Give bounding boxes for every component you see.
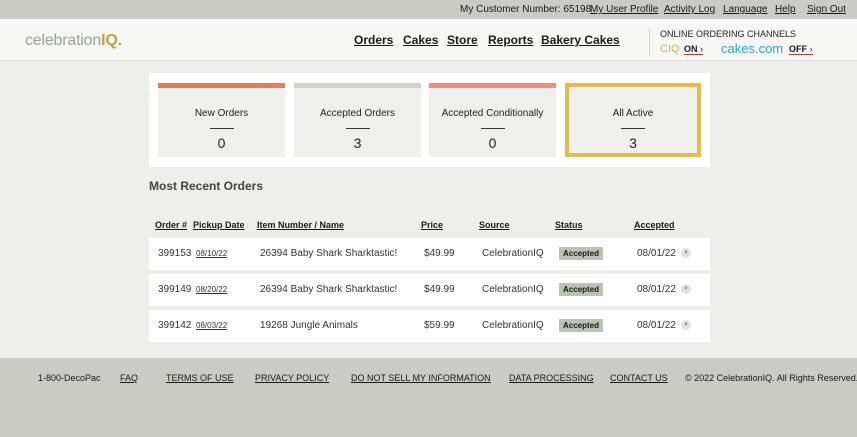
card-divider [621, 128, 645, 129]
chevron-right-icon: › [700, 44, 704, 54]
nav-store[interactable]: Store [447, 33, 478, 47]
top-utility-bar: My Customer Number: 65198 My User Profil… [0, 0, 857, 19]
card-count: 3 [629, 135, 637, 151]
logo-dot: . [117, 32, 122, 49]
accepted-date: 08/01/22 [637, 284, 676, 295]
main-header: celebrationIQ. Orders Cakes Store Report… [0, 19, 857, 61]
price: $59.99 [424, 320, 455, 331]
logo-text-iq: IQ [101, 32, 118, 49]
item-name: 26394 Baby Shark Sharktastic! [260, 248, 398, 259]
price: $49.99 [424, 248, 455, 259]
nav-reports[interactable]: Reports [488, 33, 533, 47]
table-row[interactable]: 399142 08/03/22 19268 Jungle Animals $59… [149, 310, 710, 342]
accepted-orders-card[interactable]: Accepted Orders 3 [294, 83, 421, 157]
help-link[interactable]: Help [775, 4, 796, 15]
card-label: Accepted Orders [319, 108, 396, 119]
card-count: 0 [217, 135, 226, 151]
order-number: 399153 [158, 248, 192, 259]
column-header-source[interactable]: Source [479, 220, 510, 230]
chevron-down-icon[interactable]: ▼ [681, 320, 691, 330]
column-header-pickup-date[interactable]: Pickup Date [193, 220, 245, 230]
item-name: 26394 Baby Shark Sharktastic! [260, 284, 398, 295]
pickup-date-link[interactable]: 08/10/22 [196, 249, 227, 258]
cakes-com-channel-logo: cakes.com [721, 41, 784, 56]
nav-orders[interactable]: Orders [354, 33, 393, 47]
status-badge: Accepted [559, 247, 604, 260]
new-orders-card[interactable]: New Orders 0 [158, 83, 285, 157]
column-header-price[interactable]: Price [421, 220, 443, 230]
card-accent-bar [158, 83, 285, 88]
card-divider [209, 128, 234, 129]
logo-text-main: celebration [25, 32, 102, 49]
activity-log-link[interactable]: Activity Log [664, 4, 715, 15]
source: CelebrationIQ [482, 284, 544, 295]
source: CelebrationIQ [482, 320, 544, 331]
footer-privacy-link[interactable]: PRIVACY POLICY [255, 373, 329, 383]
nav-bakery-cakes[interactable]: Bakery Cakes [541, 33, 620, 47]
chevron-down-icon[interactable]: ▼ [681, 248, 691, 258]
footer-do-not-sell-link[interactable]: DO NOT SELL MY INFORMATION [351, 373, 491, 383]
chevron-down-icon[interactable]: ▼ [681, 284, 691, 294]
footer-copyright: © 2022 CelebrationIQ. All Rights Reserve… [685, 373, 857, 383]
online-ordering-channels-title: ONLINE ORDERING CHANNELS [660, 29, 797, 39]
accepted-date: 08/01/22 [637, 248, 676, 259]
table-row[interactable]: 399153 08/10/22 26394 Baby Shark Sharkta… [149, 238, 710, 270]
order-summary-panel: New Orders 0 Accepted Orders 3 Accepted … [149, 73, 710, 167]
card-accent-bar [429, 83, 556, 88]
customer-number: My Customer Number: 65198 [460, 4, 592, 15]
footer-terms-link[interactable]: TERMS OF USE [166, 373, 234, 383]
pickup-date-link[interactable]: 08/20/22 [196, 285, 227, 294]
nav-cakes[interactable]: Cakes [403, 33, 438, 47]
column-header-order-number[interactable]: Order # [155, 220, 187, 230]
column-header-status[interactable]: Status [555, 220, 583, 230]
accepted-date: 08/01/22 [637, 320, 676, 331]
card-count: 0 [488, 135, 497, 151]
item-name: 19268 Jungle Animals [260, 320, 358, 331]
language-link[interactable]: Language [723, 4, 768, 15]
sign-out-link[interactable]: Sign Out [807, 4, 846, 15]
all-active-card[interactable]: All Active 3 [565, 83, 701, 157]
footer-phone: 1-800-DecoPac [38, 373, 101, 383]
card-label: All Active [612, 108, 654, 119]
order-number: 399142 [158, 320, 192, 331]
status-badge: Accepted [559, 319, 604, 332]
my-user-profile-link[interactable]: My User Profile [590, 4, 658, 15]
footer-data-processing-link[interactable]: DATA PROCESSING [509, 373, 594, 383]
ciq-channel-toggle[interactable]: ON › [684, 44, 704, 55]
header-divider [649, 28, 650, 56]
status-badge: Accepted [559, 283, 604, 296]
ciq-channel-logo: CIQ [660, 43, 680, 55]
pickup-date-link[interactable]: 08/03/22 [196, 321, 227, 330]
footer-faq-link[interactable]: FAQ [120, 373, 138, 383]
table-row[interactable]: 399149 08/20/22 26394 Baby Shark Sharkta… [149, 274, 710, 306]
card-divider [480, 128, 505, 129]
ciq-channel-state: ON [684, 44, 698, 54]
accepted-conditionally-card[interactable]: Accepted Conditionally 0 [429, 83, 556, 157]
column-header-accepted[interactable]: Accepted [634, 220, 675, 230]
source: CelebrationIQ [482, 248, 544, 259]
cakes-com-channel-toggle[interactable]: OFF › [789, 44, 813, 55]
most-recent-orders-title: Most Recent Orders [149, 179, 264, 193]
card-label: New Orders [194, 108, 249, 119]
cakes-com-channel-state: OFF [789, 44, 807, 54]
card-divider [345, 128, 370, 129]
card-label: Accepted Conditionally [441, 108, 544, 119]
chevron-right-icon: › [809, 44, 813, 54]
price: $49.99 [424, 284, 455, 295]
page-footer: 1-800-DecoPac FAQ TERMS OF USE PRIVACY P… [0, 358, 857, 437]
footer-contact-link[interactable]: CONTACT US [610, 373, 668, 383]
card-count: 3 [353, 135, 362, 151]
order-number: 399149 [158, 284, 192, 295]
celebrationiq-logo[interactable]: celebrationIQ. [25, 32, 122, 50]
card-accent-bar [294, 83, 421, 88]
column-header-item[interactable]: Item Number / Name [257, 220, 344, 230]
